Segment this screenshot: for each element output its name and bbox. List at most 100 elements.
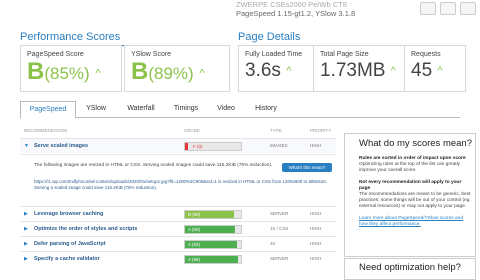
tab-waterfall[interactable]: Waterfall <box>118 101 164 117</box>
grade-bar: A (90) <box>184 225 242 234</box>
settings-icon[interactable] <box>460 2 476 15</box>
yslow-score-value: B(89%) ^ <box>131 58 205 86</box>
chevron-right-icon[interactable]: ▶ <box>24 211 28 217</box>
row-name[interactable]: Specify a cache validator <box>34 256 100 262</box>
caret-up-icon: ^ <box>437 64 443 77</box>
col-priority: PRIORITY <box>310 128 332 133</box>
row-name[interactable]: Defer parsing of JavaScript <box>34 241 106 247</box>
detail-link[interactable]: https://i1.wp.com/milfyfocus/wl-content/… <box>34 179 330 191</box>
report-meta: ZWERPE CSEs2000 Pe/Wb CT8 PageSpeed 1.15… <box>236 0 355 18</box>
detail-text: The following images are resized in HTML… <box>34 163 273 168</box>
page-size-number: 1.73MB <box>320 60 386 81</box>
caret-up-icon: ^ <box>199 67 205 80</box>
col-type: TYPE <box>270 128 282 133</box>
row-detail-panel: The following images are resized in HTML… <box>20 154 336 195</box>
toolbar-icons <box>420 2 476 15</box>
table-row[interactable]: ▶ Optimize the order of styles and scrip… <box>20 221 336 236</box>
pagespeed-grade: B <box>27 58 45 85</box>
grade-text: A (92) <box>188 242 201 247</box>
col-recommendation: RECOMMENDATION <box>24 128 68 133</box>
pagespeed-score-label: PageSpeed Score <box>27 51 84 58</box>
table-row[interactable]: ▶ Specify a cache validator A (95) SERVE… <box>20 251 336 266</box>
help-heading-1: Rules are sorted in order of impact upon… <box>359 156 466 161</box>
requests-value: 45 ^ <box>411 60 443 82</box>
page-size-cell: Total Page Size 1.73MB ^ <box>314 46 405 91</box>
grade-text: A (90) <box>188 227 201 232</box>
learn-more-link[interactable]: Learn more about PageSpeed/YSlow scores … <box>359 216 463 227</box>
yslow-grade: B <box>131 58 149 85</box>
yslow-percent: (89%) <box>148 64 194 83</box>
tab-timings[interactable]: Timings <box>166 101 206 117</box>
load-time-label: Fully Loaded Time <box>245 51 303 58</box>
scores-help-title: What do my scores mean? <box>359 138 472 149</box>
table-row[interactable]: ▶ Defer parsing of JavaScript A (92) JS … <box>20 236 336 251</box>
requests-number: 45 <box>411 60 433 81</box>
load-time-number: 3.6s <box>245 60 281 81</box>
load-time-value: 3.6s ^ <box>245 60 291 82</box>
chevron-down-icon[interactable]: ▼ <box>24 143 29 149</box>
tab-video[interactable]: Video <box>208 101 244 117</box>
grade-bar: A (92) <box>184 240 242 249</box>
grade-text: F (0) <box>193 144 203 149</box>
pagespeed-score-card: PageSpeed Score B(85%) ^ <box>20 45 122 92</box>
recommendations-table: RECOMMENDATION GRADE TYPE PRIORITY ▼ Ser… <box>20 120 336 270</box>
meta-line-1: ZWERPE CSEs2000 Pe/Wb CT8 <box>236 0 347 9</box>
grade-bar: F (0) <box>184 142 242 151</box>
caret-up-icon: ^ <box>95 67 101 80</box>
grade-fill <box>185 143 188 150</box>
top-bar: ZWERPE CSEs2000 Pe/Wb CT8 PageSpeed 1.15… <box>0 0 480 22</box>
row-priority: HIGH <box>310 226 322 231</box>
help-text-2: The recommendations are meant to be gene… <box>359 192 471 209</box>
load-time-cell: Fully Loaded Time 3.6s ^ <box>239 46 314 91</box>
page-details-card: Fully Loaded Time 3.6s ^ Total Page Size… <box>238 45 466 92</box>
page-size-label: Total Page Size <box>320 51 369 58</box>
row-priority: HIGH <box>310 211 322 216</box>
table-header: RECOMMENDATION GRADE TYPE PRIORITY <box>20 126 336 136</box>
row-priority: HIGH <box>310 256 322 261</box>
row-type: IMAGES <box>270 143 288 148</box>
tab-pagespeed[interactable]: PageSpeed <box>20 101 76 119</box>
pagespeed-percent: (85%) <box>44 64 90 83</box>
optimization-help-title: Need optimization help? <box>359 262 461 273</box>
scores-help-panel: What do my scores mean? Rules are sorted… <box>344 133 476 257</box>
row-type: SERVER <box>270 211 289 216</box>
row-name[interactable]: Serve scaled images <box>34 143 88 149</box>
row-type: JS / CSS <box>270 226 289 231</box>
grade-text: B (88) <box>188 212 201 217</box>
tab-yslow[interactable]: YSlow <box>76 101 116 117</box>
table-row[interactable]: ▶ Leverage browser caching B (88) SERVER… <box>20 206 336 221</box>
whats-this-button[interactable]: What's this mean? <box>282 163 332 172</box>
help-heading-2: Not every recommendation will apply to y… <box>359 180 462 191</box>
caret-up-icon: ^ <box>286 64 292 77</box>
col-grade: GRADE <box>184 128 201 133</box>
pagespeed-score-value: B(85%) ^ <box>27 58 101 86</box>
row-name[interactable]: Optimize the order of styles and scripts <box>34 226 137 232</box>
chevron-right-icon[interactable]: ▶ <box>24 256 28 262</box>
chevron-right-icon[interactable]: ▶ <box>24 226 28 232</box>
meta-line-2: PageSpeed 1.15-gt1.2, YSlow 3.1.8 <box>236 9 356 18</box>
grade-bar: A (95) <box>184 255 242 264</box>
pdf-icon[interactable] <box>420 2 436 15</box>
tab-history[interactable]: History <box>246 101 286 117</box>
requests-cell: Requests 45 ^ <box>405 46 465 91</box>
scores-help-body: Rules are sorted in order of impact upon… <box>359 156 471 228</box>
page-size-value: 1.73MB ^ <box>320 60 396 82</box>
grade-bar: B (88) <box>184 210 242 219</box>
help-text-1: Optimizing rules at the top of the list … <box>359 162 461 173</box>
requests-label: Requests <box>411 51 441 58</box>
grade-text: A (95) <box>188 257 201 262</box>
row-priority: HIGH <box>310 241 322 246</box>
row-type: JS <box>270 241 276 246</box>
row-priority: HIGH <box>310 143 322 148</box>
row-type: SERVER <box>270 256 289 261</box>
table-row[interactable]: ▼ Serve scaled images F (0) IMAGES HIGH <box>20 138 336 153</box>
performance-scores-title: Performance Scores <box>20 31 121 43</box>
yslow-score-card: YSlow Score B(89%) ^ <box>124 45 230 92</box>
row-name[interactable]: Leverage browser caching <box>34 211 103 217</box>
optimization-help-panel: Need optimization help? <box>344 258 476 280</box>
caret-up-icon: ^ <box>390 64 396 77</box>
yslow-score-label: YSlow Score <box>131 51 172 58</box>
share-icon[interactable] <box>440 2 456 15</box>
chevron-right-icon[interactable]: ▶ <box>24 241 28 247</box>
report-tabs: PageSpeed YSlow Waterfall Timings Video … <box>20 101 460 119</box>
